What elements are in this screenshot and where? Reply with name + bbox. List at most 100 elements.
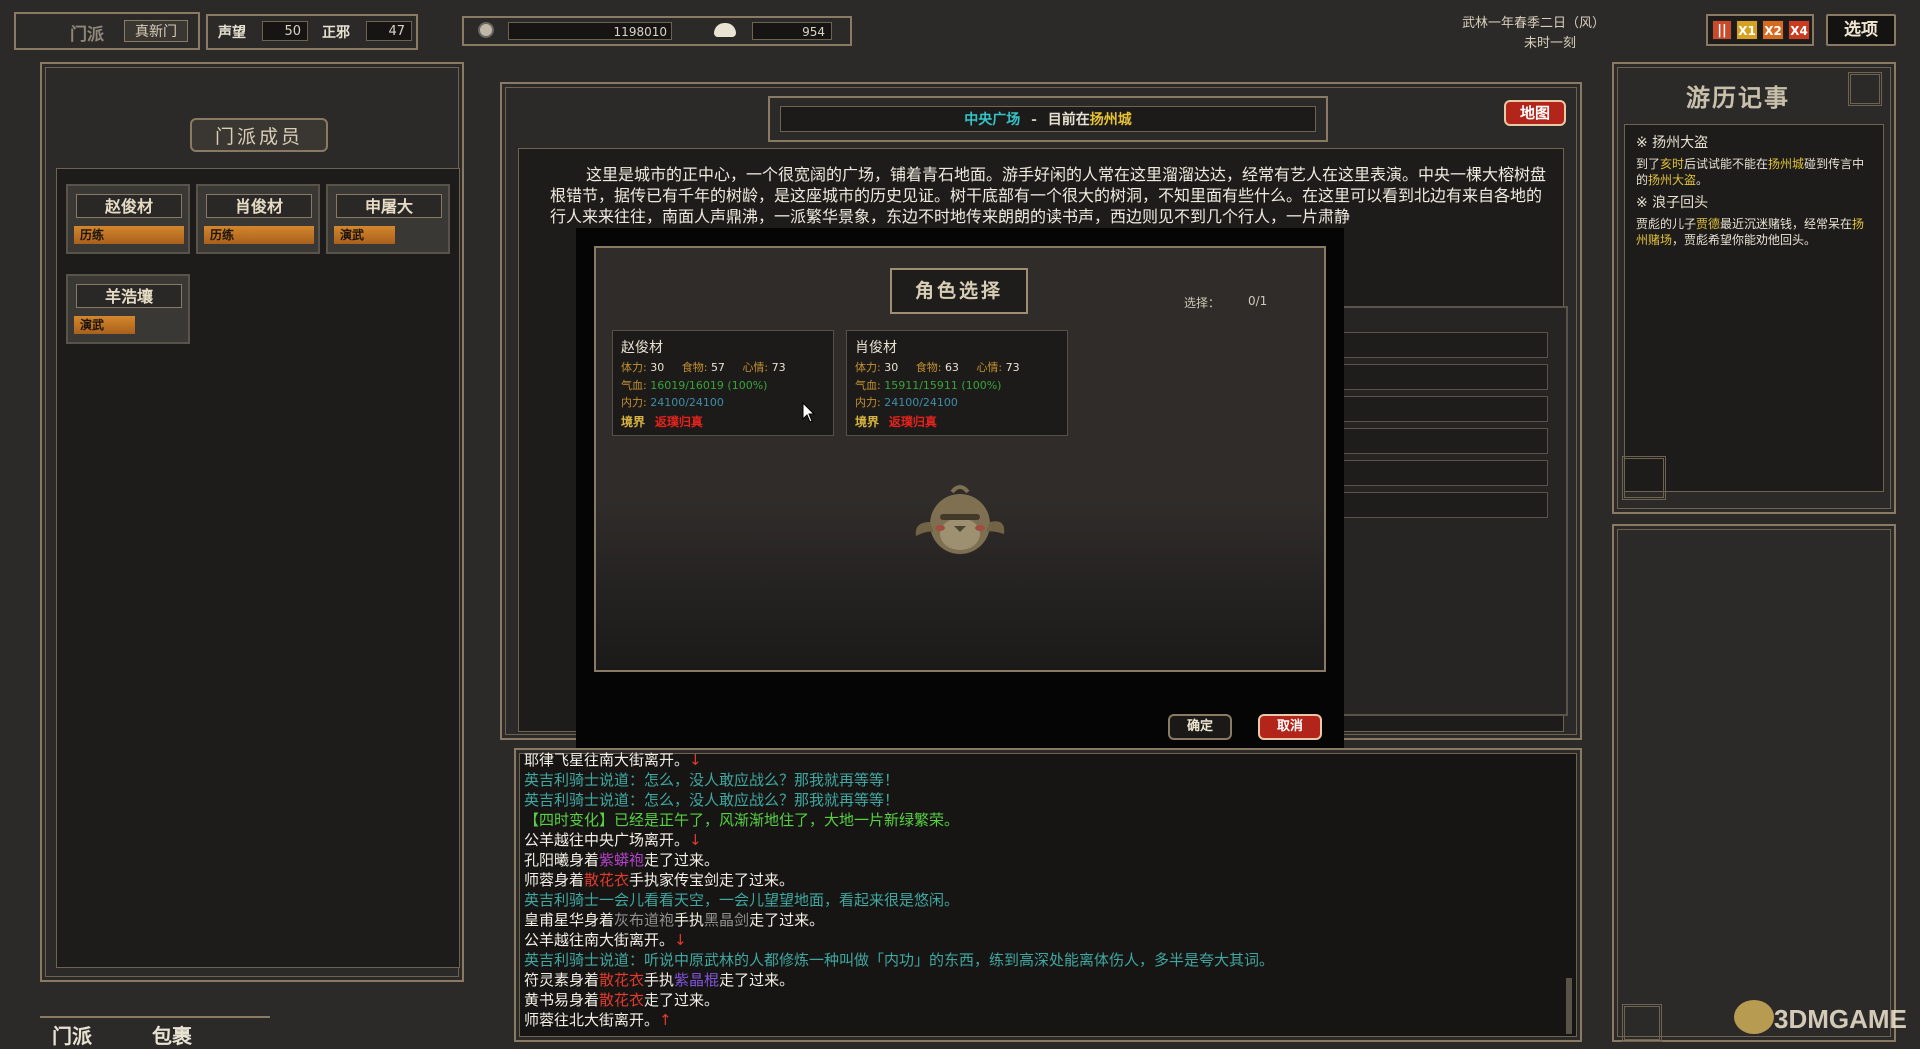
npc-slot[interactable]: [1340, 492, 1548, 518]
stamina-value: 30: [884, 361, 899, 374]
character-card-zhao[interactable]: 赵俊材 体力: 30 食物: 57 心情: 73 气血: 16019/16019…: [612, 330, 834, 436]
food-value: 63: [944, 361, 959, 374]
sect-name: 真新门: [124, 20, 188, 42]
realm-label: 境界: [855, 415, 880, 429]
log-segment: 紫晶棍: [674, 971, 720, 989]
log-segment: 灰布道袍: [614, 911, 675, 929]
log-segment: 散花衣: [599, 971, 645, 989]
watermark-text: 3DMGAME: [1774, 1004, 1907, 1034]
member-card-zhao[interactable]: 赵俊材 历练: [66, 184, 190, 254]
confirm-button[interactable]: 确定: [1168, 714, 1232, 740]
log-segment: ↑: [659, 1011, 672, 1029]
journal-text: ，贾彪希望你能劝他回头。: [1672, 233, 1817, 247]
log-line: 孔阳曦身着紫蟒袍走了过来。: [524, 850, 1564, 870]
log-line: 英吉利骑士一会儿看看天空，一会儿望望地面，看起来很是悠闲。: [524, 890, 1564, 910]
cancel-button[interactable]: 取消: [1258, 714, 1322, 740]
log-segment: ↓: [689, 831, 702, 849]
member-name: 肖俊材: [206, 194, 312, 218]
tab-sect[interactable]: 门派: [52, 1020, 92, 1049]
member-card-yang[interactable]: 羊浩壤 演武: [66, 274, 190, 344]
speed-x1-button[interactable]: X1: [1736, 20, 1758, 40]
journal-entry[interactable]: ※ 扬州大盗 到了亥时后试试能不能在扬州城碰到传言中的扬州大盗。: [1636, 132, 1876, 188]
log-segment: 公羊越往中央广场离开。: [524, 831, 690, 849]
journal-entry-title: ※ 浪子回头: [1636, 195, 1709, 211]
character-card-xiao[interactable]: 肖俊材 体力: 30 食物: 63 心情: 73 气血: 15911/15911…: [846, 330, 1068, 436]
food-value: 57: [710, 361, 725, 374]
stamina-label: 体力:: [621, 361, 647, 374]
sect-label: 门派: [70, 25, 104, 45]
log-segment: 走了过来。: [644, 851, 720, 869]
npc-slot[interactable]: [1340, 428, 1548, 454]
member-card-shentu[interactable]: 申屠大 演武: [326, 184, 450, 254]
watermark-bird-icon: [1734, 1000, 1774, 1034]
member-tag: 演武: [74, 316, 135, 334]
hp-value: 15911/15911 (100%): [884, 379, 1002, 392]
journal-text: 贾彪的儿子: [1636, 217, 1697, 231]
stamina-value: 30: [650, 361, 665, 374]
food-label: 食物:: [681, 361, 708, 374]
speed-x2-button[interactable]: X2: [1762, 20, 1784, 40]
npc-slot[interactable]: [1340, 460, 1548, 486]
journal-text: 后试试能不能在: [1684, 157, 1769, 171]
pause-button[interactable]: ||: [1712, 20, 1732, 40]
log-line: 师蓉往北大街离开。↑: [524, 1010, 1564, 1030]
character-name: 赵俊材: [621, 340, 663, 356]
journal-entry-title: ※ 扬州大盗: [1636, 135, 1709, 151]
journal-knot-icon: [1622, 456, 1666, 500]
realm-value: 返璞归真: [654, 415, 703, 429]
log-segment: 耶律飞星往南大街离开。: [524, 751, 690, 769]
map-button[interactable]: 地图: [1504, 100, 1566, 126]
coin-icon: [478, 22, 494, 38]
journal-entry[interactable]: ※ 浪子回头 贾彪的儿子贾德最近沉迷赌钱，经常呆在扬州赌场，贾彪希望你能劝他回头…: [1636, 192, 1876, 248]
right-lower-knot-icon: [1622, 1004, 1662, 1042]
log-line: 耶律飞星往南大街离开。↓: [524, 750, 1564, 770]
game-date: 武林一年春季二日（风）: [1462, 16, 1606, 31]
mood-label: 心情:: [976, 361, 1003, 374]
log-scrollbar[interactable]: [1566, 978, 1572, 1034]
member-tag: 演武: [334, 226, 395, 244]
options-button[interactable]: 选项: [1826, 14, 1896, 46]
mp-label: 内力:: [855, 396, 881, 409]
hp-label: 气血:: [621, 379, 647, 392]
location-title: 中央广场 - 目前在扬州城: [780, 106, 1316, 132]
member-name: 赵俊材: [76, 194, 182, 218]
log-segment: 散花衣: [584, 871, 630, 889]
realm-row: 境界 返璞归真: [855, 413, 937, 430]
location-place: 中央广场: [964, 112, 1021, 128]
log-line: 英吉利骑士说道：听说中原武林的人都修炼一种叫做「内功」的东西，练到高深处能离体伤…: [524, 950, 1564, 970]
log-line: 【四时变化】已经是正午了，风渐渐地住了，大地一片新绿繁荣。: [524, 810, 1564, 830]
location-city: 扬州城: [1089, 112, 1132, 128]
speed-x4-button[interactable]: X4: [1788, 20, 1810, 40]
hp-value: 16019/16019 (100%): [650, 379, 768, 392]
member-card-xiao[interactable]: 肖俊材 历练: [196, 184, 320, 254]
character-stats: 体力: 30 食物: 63 心情: 73: [855, 359, 1065, 375]
reputation-value: 50: [262, 21, 308, 41]
log-segment: 师蓉身着: [524, 871, 585, 889]
log-segment: 孔阳曦身着: [524, 851, 600, 869]
log-segment: 黄书易身着: [524, 991, 600, 1009]
mp-row: 内力: 24100/24100: [621, 394, 724, 410]
location-prefix: 目前在: [1047, 112, 1090, 128]
log-segment: 黑晶剑: [704, 911, 750, 929]
scene-description-text: 这里是城市的正中心，一个很宽阔的广场，铺着青石地面。游手好闲的人常在这里溜溜达达…: [550, 165, 1546, 226]
location-separator: -: [1031, 112, 1037, 128]
log-segment: ↓: [689, 751, 702, 769]
right-lower-panel: [1612, 524, 1896, 1042]
log-segment: 走了过来。: [719, 971, 795, 989]
log-segment: 英吉利骑士说道：怎么，没人敢应战么？那我就再等等！: [524, 771, 900, 789]
npc-slot[interactable]: [1340, 332, 1548, 358]
left-panel-title: 门派成员: [190, 118, 328, 152]
realm-value: 返璞归真: [888, 415, 937, 429]
log-line: 公羊越往南大街离开。↓: [524, 930, 1564, 950]
alignment-label: 正邪: [322, 25, 350, 41]
journal-text: 到了: [1636, 157, 1661, 171]
journal-highlight: 扬州大盗: [1648, 173, 1697, 187]
log-line: 符灵素身着散花衣手执紫晶棍走了过来。: [524, 970, 1564, 990]
npc-slot[interactable]: [1340, 364, 1548, 390]
scene-description: 这里是城市的正中心，一个很宽阔的广场，铺着青石地面。游手好闲的人常在这里溜溜达达…: [550, 164, 1546, 236]
log-line: 黄书易身着散花衣走了过来。: [524, 990, 1564, 1010]
journal-text: 最近沉迷赌钱，经常呆在: [1720, 217, 1853, 231]
tab-inventory[interactable]: 包裹: [152, 1020, 192, 1049]
npc-slot[interactable]: [1340, 396, 1548, 422]
log-segment: 手执: [674, 911, 705, 929]
